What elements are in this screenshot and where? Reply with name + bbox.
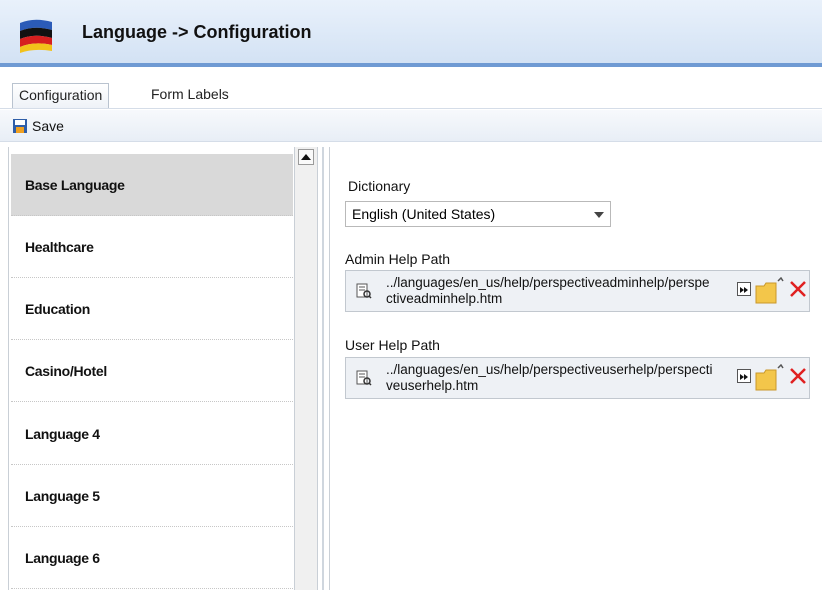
save-label: Save xyxy=(32,118,64,134)
fast-forward-icon[interactable] xyxy=(737,282,751,296)
dictionary-value: English (United States) xyxy=(352,206,496,222)
tab-bar: Configuration Form Labels xyxy=(0,69,822,109)
folder-icon[interactable] xyxy=(754,364,784,392)
language-item-language-4[interactable]: Language 4 xyxy=(11,403,293,465)
document-search-icon xyxy=(356,283,372,299)
language-item-education[interactable]: Education xyxy=(11,278,293,340)
save-button[interactable]: Save xyxy=(12,116,64,136)
admin-help-path-value: ../languages/en_us/help/perspectiveadmin… xyxy=(386,275,710,306)
language-item-base-language[interactable]: Base Language xyxy=(11,154,293,216)
dictionary-select[interactable]: English (United States) xyxy=(345,201,611,227)
page-title: Language -> Configuration xyxy=(82,22,312,42)
language-item-language-5[interactable]: Language 5 xyxy=(11,465,293,527)
save-icon xyxy=(13,119,27,133)
tab-form-labels[interactable]: Form Labels xyxy=(145,83,235,108)
admin-help-label: Admin Help Path xyxy=(345,251,451,267)
splitter-line xyxy=(322,147,324,590)
language-list: Base Language Healthcare Education Casin… xyxy=(8,147,294,590)
configuration-panel: Dictionary English (United States) Admin… xyxy=(330,147,822,590)
delete-icon[interactable] xyxy=(789,367,807,385)
title-bar: Language -> Configuration xyxy=(0,0,822,67)
language-item-language-6[interactable]: Language 6 xyxy=(11,527,293,589)
folder-icon[interactable] xyxy=(754,277,784,305)
arrow-up-icon xyxy=(301,154,311,160)
chevron-down-icon xyxy=(594,212,604,218)
scroll-up-button[interactable] xyxy=(298,149,314,165)
language-item-healthcare[interactable]: Healthcare xyxy=(11,216,293,278)
delete-icon[interactable] xyxy=(789,280,807,298)
panel-splitter[interactable] xyxy=(318,147,330,590)
user-help-label: User Help Path xyxy=(345,337,440,353)
user-help-path-value: ../languages/en_us/help/perspectiveuserh… xyxy=(386,362,713,393)
language-item-casino-hotel[interactable]: Casino/Hotel xyxy=(11,340,293,402)
tab-configuration[interactable]: Configuration xyxy=(12,83,110,108)
toolbar: Save xyxy=(0,110,822,142)
scrollbar[interactable] xyxy=(294,147,318,590)
flag-icon xyxy=(20,19,52,53)
fast-forward-icon[interactable] xyxy=(737,369,751,383)
dictionary-label: Dictionary xyxy=(348,178,411,194)
user-help-path-field[interactable]: ../languages/en_us/help/perspectiveuserh… xyxy=(345,357,810,399)
admin-help-path-field[interactable]: ../languages/en_us/help/perspectiveadmin… xyxy=(345,270,810,312)
document-search-icon xyxy=(356,370,372,386)
